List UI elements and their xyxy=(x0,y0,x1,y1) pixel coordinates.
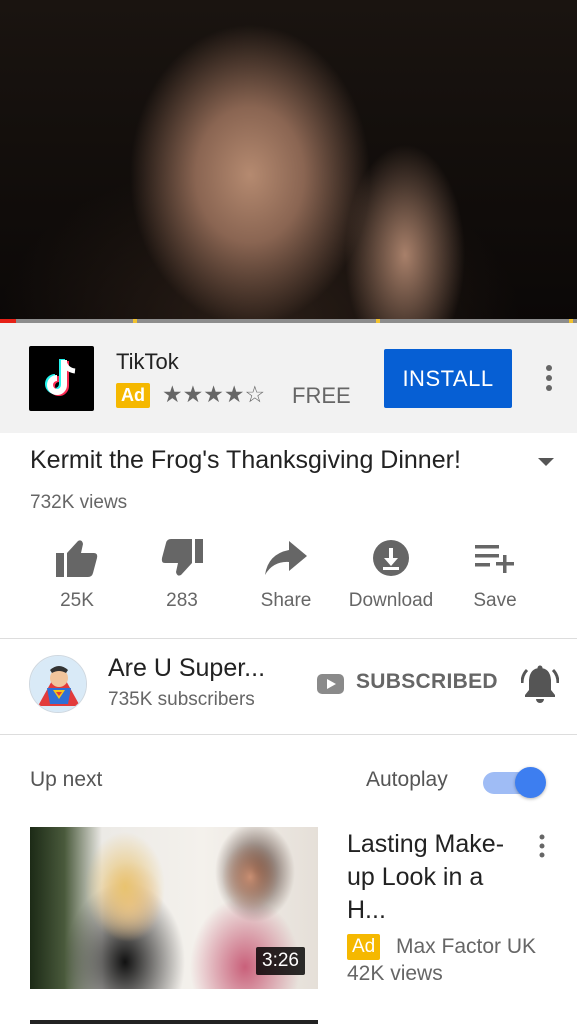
up-next-heading: Up next xyxy=(30,768,103,791)
notification-bell-icon[interactable] xyxy=(521,664,559,704)
video-thumbnail[interactable]: 3:26 xyxy=(30,827,318,989)
divider xyxy=(0,638,577,639)
rating-stars: ★★★★☆ xyxy=(162,381,266,407)
divider xyxy=(0,734,577,735)
upnext-video-channel: Max Factor UK xyxy=(396,935,537,958)
youtube-icon xyxy=(317,674,344,694)
action-bar: 25K 283 Share Download Save xyxy=(0,530,577,630)
like-button[interactable]: 25K xyxy=(22,530,132,630)
app-install-ad[interactable]: TikTok Ad ★★★★☆ FREE INSTALL xyxy=(0,323,577,433)
toggle-knob xyxy=(515,767,546,798)
next-video-thumbnail[interactable] xyxy=(30,1020,318,1024)
more-vert-icon[interactable] xyxy=(540,363,558,393)
ad-price: FREE xyxy=(292,383,351,408)
playlist-add-icon xyxy=(475,545,514,573)
ad-badge: Ad xyxy=(347,934,381,960)
video-views: 732K views xyxy=(30,492,128,513)
video-duration: 3:26 xyxy=(256,947,305,975)
channel-subscribers: 735K subscribers xyxy=(108,689,255,710)
expand-description-icon[interactable] xyxy=(538,458,554,466)
save-label: Save xyxy=(473,590,517,611)
thumb-up-icon xyxy=(56,540,98,577)
more-vert-icon[interactable] xyxy=(537,834,547,858)
share-icon xyxy=(265,541,307,575)
channel-avatar[interactable] xyxy=(29,655,87,713)
install-button[interactable]: INSTALL xyxy=(384,349,512,408)
video-title: Kermit the Frog's Thanksgiving Dinner! xyxy=(30,446,461,474)
download-icon xyxy=(373,540,409,576)
channel-name[interactable]: Are U Super... xyxy=(108,654,265,683)
video-frame xyxy=(0,0,577,323)
share-label: Share xyxy=(260,590,312,611)
subscribed-button[interactable]: SUBSCRIBED xyxy=(356,670,498,694)
dislike-button[interactable]: 283 xyxy=(127,530,237,630)
dislike-count: 283 xyxy=(166,590,198,611)
ad-app-name: TikTok xyxy=(116,349,179,374)
save-button[interactable]: Save xyxy=(440,530,550,630)
upnext-video-views: 42K views xyxy=(347,962,443,985)
tiktok-logo xyxy=(29,346,94,411)
download-button[interactable]: Download xyxy=(336,530,446,630)
ad-badge: Ad xyxy=(116,383,150,408)
video-player[interactable] xyxy=(0,0,577,323)
autoplay-toggle[interactable] xyxy=(483,767,546,798)
upnext-video-title[interactable]: Lasting Make-up Look in a H... xyxy=(347,828,527,927)
share-button[interactable]: Share xyxy=(231,530,341,630)
like-count: 25K xyxy=(60,590,94,611)
download-label: Download xyxy=(348,590,434,611)
thumb-down-icon xyxy=(161,539,203,576)
autoplay-label: Autoplay xyxy=(366,768,448,791)
